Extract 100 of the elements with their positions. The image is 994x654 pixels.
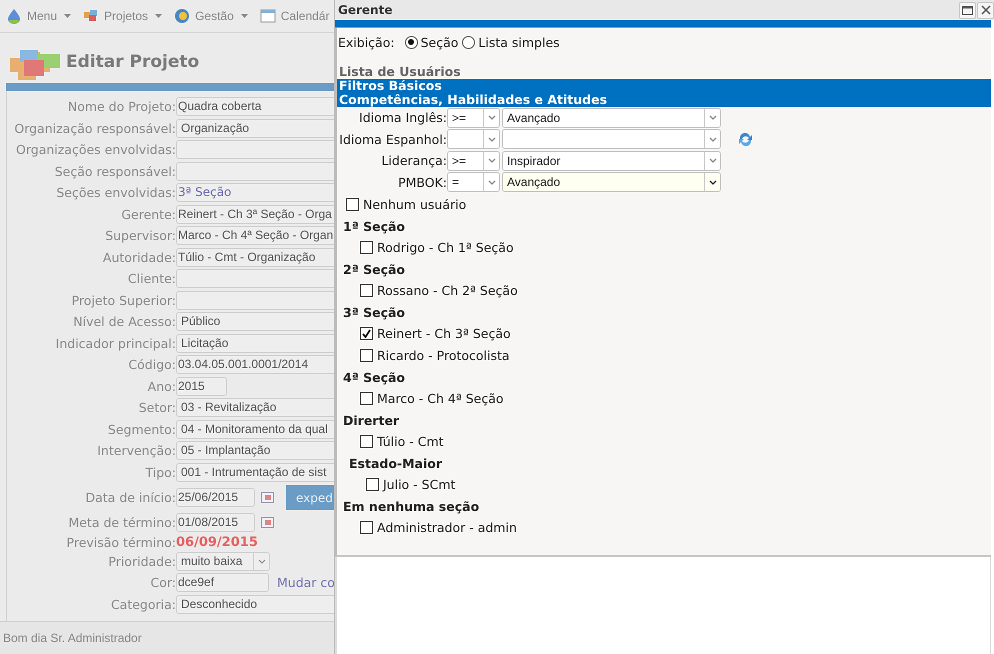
date-value: 06/09/2015 xyxy=(176,534,258,550)
field-label: Prioridade: xyxy=(107,554,176,569)
input-field[interactable] xyxy=(176,269,334,288)
input-field[interactable]: Desconhecido xyxy=(176,594,334,614)
input-field[interactable]: 03 - Revitalização xyxy=(176,398,334,418)
field-label: Indicador principal: xyxy=(54,336,176,351)
status-bar: Bom dia Sr. Administrador xyxy=(0,621,334,654)
drop-icon xyxy=(6,8,22,24)
field-label: Organizações envolvidas: xyxy=(15,142,176,158)
input-field[interactable] xyxy=(176,140,334,160)
group-heading: 4ª Seção xyxy=(342,369,406,387)
checkbox-option[interactable]: Nenhum usuário xyxy=(346,193,466,215)
select-field[interactable]: >= xyxy=(447,108,500,128)
field-label: Projeto Superior: xyxy=(70,292,176,308)
field-label: Intervenção: xyxy=(96,443,176,458)
page-title: Editar Projeto xyxy=(66,52,200,72)
filter-label: Liderança: xyxy=(380,153,447,168)
field-label: Nível de Acesso: xyxy=(72,314,176,330)
field-label: Previsão término: xyxy=(66,534,176,550)
user-checkbox[interactable]: Rossano - Ch 2ª Seção xyxy=(360,279,991,301)
close-icon xyxy=(980,5,990,15)
change-color-link[interactable]: Mudar co xyxy=(277,575,334,590)
input-field[interactable]: 05 - Implantação xyxy=(176,441,334,460)
refresh-icon xyxy=(737,130,754,148)
close-button[interactable] xyxy=(977,2,994,18)
select-field[interactable] xyxy=(502,129,721,150)
calendar-icon xyxy=(261,517,274,528)
globe-icon xyxy=(174,8,190,24)
group-heading: 2ª Seção xyxy=(342,261,406,279)
user-checkbox[interactable]: Marco - Ch 4ª Seção xyxy=(360,387,991,409)
select-field[interactable]: Avançado xyxy=(502,108,721,128)
band-heading: Competências, Habilidades e Atitudes xyxy=(339,93,608,107)
group-heading: 1ª Seção xyxy=(342,218,406,236)
field-label: Nome do Projeto: xyxy=(66,99,176,114)
chevron-down-icon xyxy=(708,136,716,142)
chevron-down-icon xyxy=(708,158,716,164)
field-label: Supervisor: xyxy=(104,228,176,244)
chevron-down-icon xyxy=(488,180,496,185)
field-label: Cliente: xyxy=(126,271,176,286)
input-field[interactable]: Licitação xyxy=(176,334,334,353)
input-field[interactable]: dce9ef xyxy=(176,573,269,592)
field-label: Ano: xyxy=(146,378,176,394)
radio-option[interactable]: Seção xyxy=(404,34,458,50)
chevron-down-icon xyxy=(488,115,496,120)
field-label: Cor: xyxy=(149,575,176,590)
user-checkbox[interactable]: Ricardo - Protocolista xyxy=(360,344,991,366)
input-field[interactable]: Túlio - Cmt - Organização xyxy=(176,248,334,267)
input-field[interactable]: 25/06/2015 xyxy=(176,488,255,507)
chevron-down-icon xyxy=(708,180,716,185)
input-field[interactable] xyxy=(176,162,334,181)
view-label: Exibição: xyxy=(338,34,395,50)
user-checkbox[interactable]: Julio - SCmt xyxy=(366,473,991,495)
puzzle-icon xyxy=(83,8,100,24)
select-field[interactable]: = xyxy=(447,172,500,192)
field-label: Organização responsável: xyxy=(13,120,176,136)
select-field[interactable] xyxy=(447,129,500,150)
input-field[interactable]: 03.04.05.001.0001/2014 xyxy=(176,355,334,374)
input-field[interactable]: Quadra coberta xyxy=(176,97,334,116)
chevron-down-icon xyxy=(708,115,716,120)
field-label: Segmento: xyxy=(106,422,176,437)
maximize-button[interactable] xyxy=(959,2,976,18)
chevron-down-icon xyxy=(258,558,266,564)
radio-option[interactable]: Lista simples xyxy=(462,34,560,50)
filter-label: PMBOK: xyxy=(397,174,447,190)
field-label: Tipo: xyxy=(144,464,176,480)
check-icon xyxy=(362,328,371,338)
priority-select[interactable]: muito baixa xyxy=(176,552,270,571)
input-field[interactable]: Marco - Ch 4ª Seção - Organ xyxy=(176,226,334,246)
maximize-icon xyxy=(962,6,973,14)
field-label: Autoridade: xyxy=(102,250,176,265)
group-heading: Em nenhuma seção xyxy=(342,498,480,516)
field-label: Código: xyxy=(127,357,176,372)
group-heading: Direrter xyxy=(342,412,400,430)
select-field[interactable]: >= xyxy=(447,150,500,171)
group-heading: 3ª Seção xyxy=(342,304,406,322)
input-field[interactable]: 2015 xyxy=(176,376,227,396)
input-field[interactable]: 3ª Seção xyxy=(176,183,334,202)
field-label: Seções envolvidas: xyxy=(55,185,176,200)
select-field[interactable]: Avançado xyxy=(502,172,721,192)
calendar-icon xyxy=(260,8,276,24)
input-field[interactable] xyxy=(176,290,334,310)
user-checkbox[interactable]: Rodrigo - Ch 1ª Seção xyxy=(360,236,991,258)
input-field[interactable]: 04 - Monitoramento da qual xyxy=(176,420,334,439)
input-field[interactable]: 001 - Intrumentação de sist xyxy=(176,462,334,482)
section-heading: Lista de Usuários xyxy=(338,64,462,79)
user-checkbox[interactable]: Reinert - Ch 3ª Seção xyxy=(360,322,991,344)
user-checkbox[interactable]: Administrador - admin xyxy=(360,516,991,538)
select-field[interactable]: Inspirador xyxy=(502,150,721,171)
filter-label: Idioma Inglês: xyxy=(358,110,447,126)
chevron-down-icon xyxy=(488,136,496,142)
group-heading: Estado-Maior xyxy=(348,455,444,473)
input-field[interactable]: 01/08/2015 xyxy=(176,513,255,532)
field-label: Meta de término: xyxy=(67,515,176,530)
input-field[interactable]: Reinert - Ch 3ª Seção - Orga xyxy=(176,204,334,224)
field-label: Gerente: xyxy=(120,206,176,222)
field-label: Data de início: xyxy=(84,490,176,505)
input-field[interactable]: Público xyxy=(176,312,334,332)
user-checkbox[interactable]: Túlio - Cmt xyxy=(360,430,991,452)
input-field[interactable]: Organização xyxy=(176,118,334,138)
field-label: Seção responsável: xyxy=(54,164,176,179)
